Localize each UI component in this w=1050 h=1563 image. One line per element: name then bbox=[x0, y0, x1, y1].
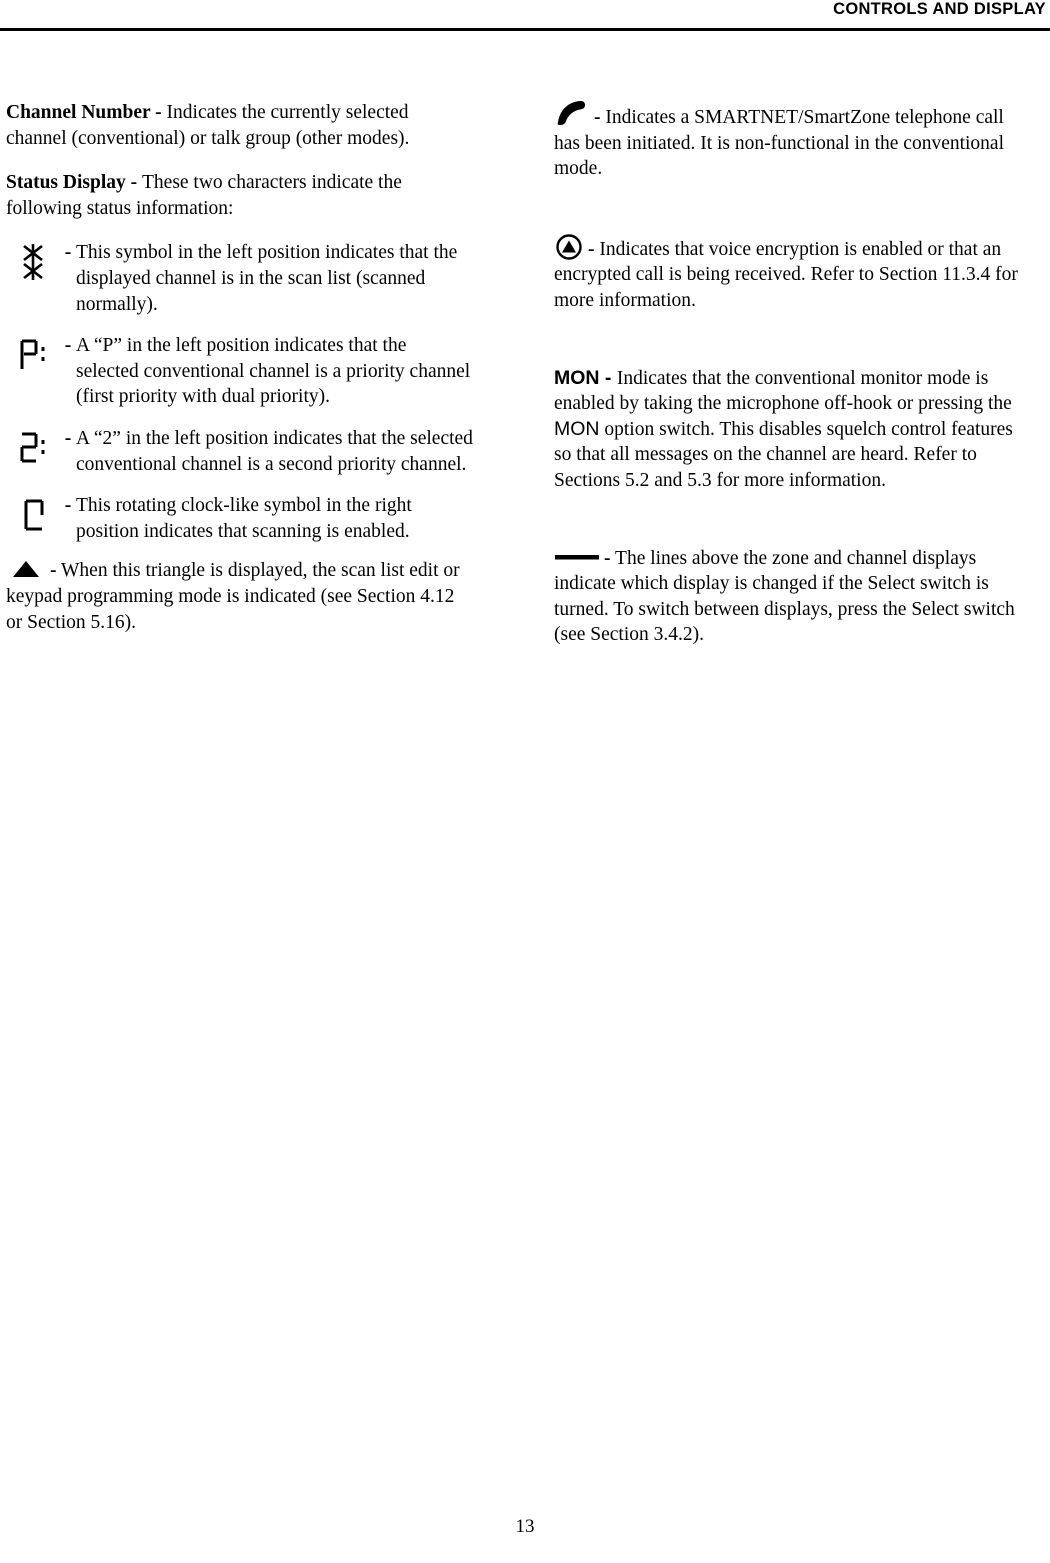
list-item-dash: - bbox=[64, 242, 72, 264]
select-lines-text: The lines above the zone and channel dis… bbox=[554, 547, 1015, 646]
triangle-note-paragraph: - When this triangle is displayed, the s… bbox=[6, 558, 474, 635]
status-display-paragraph: Status Display - These two characters in… bbox=[6, 170, 474, 221]
document-page: CONTROLS AND DISPLAY Channel Number - In… bbox=[0, 0, 1050, 1563]
list-item: - This rotating clock-like symbol in the… bbox=[6, 493, 474, 544]
status-display-term: Status Display - bbox=[6, 172, 142, 194]
page-number: 13 bbox=[515, 1516, 535, 1537]
right-column: - Indicates a SMARTNET/SmartZone telepho… bbox=[554, 100, 1022, 667]
encryption-paragraph: - Indicates that voice encryption is ena… bbox=[554, 234, 1022, 314]
mon-paragraph: MON - Indicates that the conventional mo… bbox=[554, 366, 1022, 494]
list-item-dash: - bbox=[64, 495, 72, 517]
list-item-dash: - bbox=[64, 335, 72, 357]
channel-number-term: Channel Number - bbox=[6, 102, 167, 123]
list-item-text: This rotating clock-like symbol in the r… bbox=[76, 495, 412, 542]
list-item-text: This symbol in the left position indicat… bbox=[76, 242, 458, 315]
priority-p-icon bbox=[6, 333, 60, 375]
page-header: CONTROLS AND DISPLAY bbox=[833, 0, 1046, 18]
list-item: - A “P” in the left position indicates t… bbox=[6, 333, 474, 410]
mon-term: MON - bbox=[554, 366, 617, 389]
telephone-paragraph: - Indicates a SMARTNET/SmartZone telepho… bbox=[554, 100, 1022, 182]
channel-number-paragraph: Channel Number - Indicates the currently… bbox=[6, 100, 474, 151]
list-item-text: A “P” in the left position indicates tha… bbox=[76, 335, 471, 408]
triangle-note-text: When this triangle is displayed, the sca… bbox=[6, 560, 460, 633]
select-lines-icon bbox=[554, 551, 600, 563]
triangle-icon bbox=[6, 559, 46, 579]
encryption-dash: - bbox=[588, 238, 595, 260]
mon-text-after: option switch. This disables squelch con… bbox=[554, 418, 1013, 491]
header-rule bbox=[0, 28, 1050, 31]
encryption-circle-triangle-icon bbox=[554, 234, 584, 260]
list-item: - A “2” in the left position indicates t… bbox=[6, 426, 474, 477]
select-lines-paragraph: - The lines above the zone and channel d… bbox=[554, 546, 1022, 648]
encryption-text: Indicates that voice encryption is enabl… bbox=[554, 238, 1018, 311]
priority-2-icon bbox=[6, 426, 60, 468]
rotating-clock-icon bbox=[6, 493, 60, 535]
list-item: - This symbol in the left position indic… bbox=[6, 240, 474, 317]
telephone-text: Indicates a SMARTNET/SmartZone telephone… bbox=[554, 107, 1005, 180]
select-lines-dash: - bbox=[604, 547, 611, 569]
mon-text-before: Indicates that the conventional monitor … bbox=[554, 367, 1012, 415]
scan-list-symbol-icon bbox=[6, 240, 60, 282]
list-item-text: A “2” in the left position indicates tha… bbox=[76, 427, 473, 475]
telephone-dash: - bbox=[594, 107, 601, 128]
left-column: Channel Number - Indicates the currently… bbox=[6, 100, 474, 654]
triangle-note-dash: - bbox=[50, 560, 57, 582]
mon-inline-label: MON bbox=[554, 417, 600, 440]
telephone-handset-icon bbox=[554, 100, 590, 126]
list-item-dash: - bbox=[64, 427, 72, 449]
